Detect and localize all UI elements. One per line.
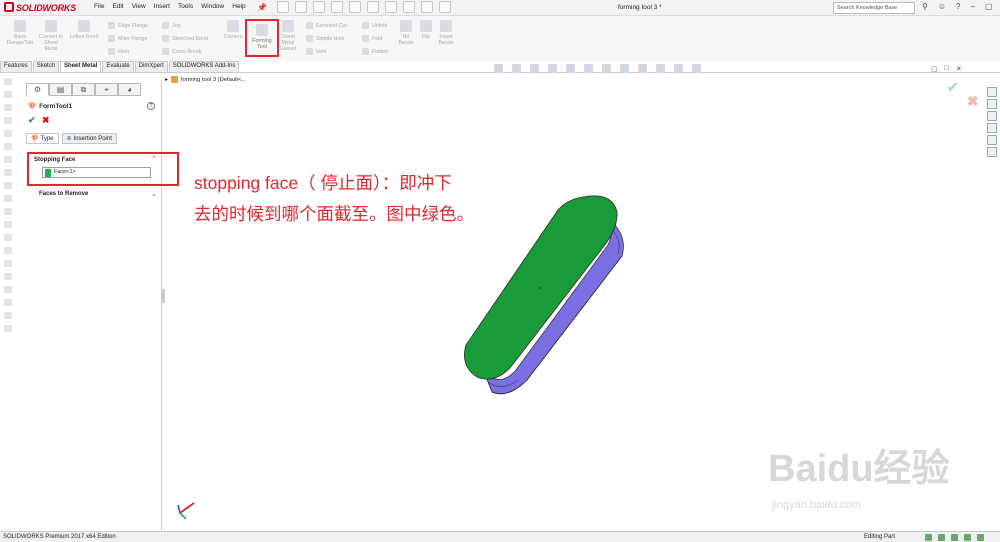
custom-units-icon[interactable]	[951, 534, 958, 541]
edition-label: SOLIDWORKS Premium 2017 x64 Edition	[3, 534, 116, 540]
rebuild-status-icon[interactable]	[925, 534, 932, 541]
baidu-watermark: Baidu经验	[768, 448, 950, 490]
units-icon[interactable]	[938, 534, 945, 541]
status-arrow-icon[interactable]	[977, 534, 984, 541]
status-icons	[925, 534, 984, 541]
reference-triad	[177, 502, 195, 520]
editing-status: Editing Part	[864, 534, 896, 540]
quick-tips-icon[interactable]	[964, 534, 971, 541]
status-bar: SOLIDWORKS Premium 2017 x64 Edition Edit…	[0, 531, 1000, 542]
baidu-watermark-url: jingyan.baidu.com	[772, 499, 861, 511]
face-origin-point	[539, 287, 541, 289]
